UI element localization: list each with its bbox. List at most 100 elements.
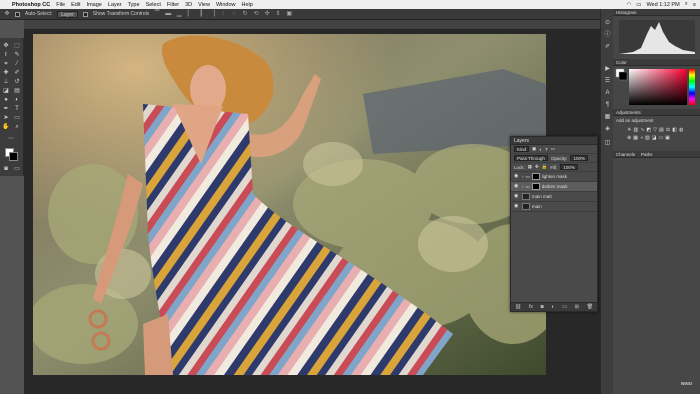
new-adjustment-icon[interactable]: ◐ [551, 304, 554, 310]
pen-tool-icon[interactable]: ✒ [2, 105, 10, 113]
clone-stamp-tool-icon[interactable]: ⊥ [2, 78, 10, 86]
menu-type[interactable]: Type [128, 2, 140, 8]
3d-roll-icon[interactable]: ⟲ [253, 11, 259, 17]
layer-row-main-matt[interactable]: ◉ main matt [511, 192, 597, 202]
layer-mask-thumbnail[interactable] [531, 183, 540, 190]
menu-edit[interactable]: Edit [71, 2, 80, 8]
gradient-map-adj-icon[interactable]: ▭ [658, 135, 663, 141]
hue-sat-adj-icon[interactable]: ▤ [659, 127, 664, 133]
tab-paths[interactable]: Paths [641, 151, 653, 157]
expand-arrow-icon[interactable]: › [522, 184, 524, 189]
lock-pixels-icon[interactable]: ▦ [528, 164, 532, 170]
3d-slide-icon[interactable]: ⇕ [275, 11, 281, 17]
menu-3d[interactable]: 3D [185, 2, 192, 8]
align-middle-icon[interactable]: ▬ [165, 11, 171, 17]
tab-channels[interactable]: Channels [616, 151, 635, 157]
blur-tool-icon[interactable]: ● [2, 96, 10, 104]
levels-adj-icon[interactable]: ▥ [633, 127, 638, 133]
path-select-tool-icon[interactable]: ➤ [2, 114, 10, 122]
tab-color[interactable]: Color [613, 59, 700, 66]
healing-brush-tool-icon[interactable]: ✚ [2, 69, 10, 77]
opacity-input[interactable]: 100% [570, 155, 588, 161]
type-tool-icon[interactable]: T [13, 105, 21, 113]
channel-mixer-adj-icon[interactable]: ⊕ [627, 135, 631, 141]
background-color-swatch[interactable] [9, 152, 18, 161]
curves-adj-icon[interactable]: ∿ [640, 127, 644, 133]
exposure-adj-icon[interactable]: ◩ [646, 127, 651, 133]
layers-panel-title[interactable]: Layers [511, 137, 597, 145]
search-icon[interactable]: ⌕ [685, 1, 688, 8]
visibility-eye-icon[interactable]: ◉ [514, 174, 520, 179]
wifi-icon[interactable]: ◠ [626, 2, 631, 8]
expand-arrow-icon[interactable]: › [522, 174, 524, 179]
properties-icon[interactable]: ☰ [603, 77, 612, 85]
marquee-tool-icon[interactable]: ⬚ [13, 42, 21, 50]
info-icon[interactable]: ⓘ [603, 31, 612, 39]
zoom-tool-icon[interactable]: ⌕ [13, 123, 21, 131]
color-picker-field[interactable] [613, 66, 700, 108]
blend-mode-dropdown[interactable]: Pass Through [514, 155, 548, 161]
eyedropper-tool-icon[interactable]: ⁄ [13, 60, 21, 68]
3d-scale-icon[interactable]: ▣ [286, 11, 292, 17]
vibrance-adj-icon[interactable]: ▽ [653, 127, 657, 133]
photo-filter-adj-icon[interactable]: ◍ [679, 127, 683, 133]
fill-input[interactable]: 100% [560, 164, 578, 170]
screen-mode-icon[interactable]: ▭ [13, 165, 21, 173]
selective-color-adj-icon[interactable]: ▣ [665, 135, 670, 141]
canvas-photo[interactable] [33, 34, 546, 375]
layer-row-lighten-mask[interactable]: ◉ › ▭ lighten mask [511, 172, 597, 182]
brush-tool-icon[interactable]: ✐ [13, 69, 21, 77]
filter-type-icon[interactable]: T [545, 147, 548, 152]
quick-select-tool-icon[interactable]: ✎ [13, 51, 21, 59]
tab-adjustments[interactable]: Adjustments [613, 109, 700, 116]
history-icon[interactable]: ⊙ [603, 19, 612, 27]
menu-layer[interactable]: Layer [108, 2, 122, 8]
align-left-icon[interactable]: ▏ [187, 11, 193, 17]
swatches-icon[interactable]: ▦ [603, 113, 612, 121]
align-center-icon[interactable]: ┃ [198, 11, 204, 17]
menu-window[interactable]: Window [216, 2, 236, 8]
gradient-tool-icon[interactable]: ▤ [13, 87, 21, 95]
lasso-tool-icon[interactable]: ℓ [2, 51, 10, 59]
threshold-adj-icon[interactable]: ◪ [652, 135, 657, 141]
layer-row-main[interactable]: ◉ main [511, 202, 597, 212]
paragraph-icon[interactable]: ¶ [603, 101, 612, 109]
layer-thumbnail[interactable] [522, 193, 530, 200]
align-bottom-icon[interactable]: ▁ [176, 11, 182, 17]
auto-select-checkbox[interactable] [15, 11, 20, 17]
lock-position-icon[interactable]: ✥ [535, 164, 539, 170]
menu-file[interactable]: File [56, 2, 65, 8]
delete-layer-icon[interactable]: 🗑 [587, 304, 593, 310]
dodge-tool-icon[interactable]: ◐ [13, 96, 21, 104]
actions-icon[interactable]: ▶ [603, 65, 612, 73]
tab-histogram[interactable]: Histogram [613, 9, 700, 16]
move-tool-icon[interactable]: ✥ [4, 11, 10, 17]
eraser-tool-icon[interactable]: ◪ [2, 87, 10, 95]
app-name-menu[interactable]: Photoshop CC [12, 2, 50, 8]
color-lookup-adj-icon[interactable]: ▦ [633, 135, 638, 141]
styles-icon[interactable]: ◈ [603, 125, 612, 133]
color-balance-adj-icon[interactable]: ⚖ [666, 127, 670, 133]
battery-icon[interactable]: ▭ [636, 2, 641, 8]
more-tools-icon[interactable]: ⋯ [7, 135, 15, 143]
filter-adjust-icon[interactable]: ◐ [539, 147, 542, 152]
invert-adj-icon[interactable]: ◑ [640, 135, 643, 141]
menu-filter[interactable]: Filter [167, 2, 179, 8]
brush-presets-icon[interactable]: ✐ [603, 43, 612, 51]
menu-list-icon[interactable]: ≡ [693, 2, 696, 8]
filter-shape-icon[interactable]: ▭ [551, 146, 555, 152]
layer-thumbnail[interactable] [522, 203, 530, 210]
posterize-adj-icon[interactable]: ▨ [645, 135, 650, 141]
auto-select-dropdown[interactable]: Layer [57, 10, 78, 18]
transform-controls-checkbox[interactable] [82, 11, 88, 17]
history-brush-tool-icon[interactable]: ↺ [13, 78, 21, 86]
visibility-eye-icon[interactable]: ◉ [514, 194, 520, 199]
distribute-icon[interactable]: ⫶ [220, 11, 226, 17]
3d-pan-icon[interactable]: ✣ [264, 11, 270, 17]
menu-select[interactable]: Select [146, 2, 161, 8]
character-icon[interactable]: A [603, 89, 612, 97]
visibility-eye-icon[interactable]: ◉ [514, 184, 520, 189]
shape-tool-icon[interactable]: ▭ [13, 114, 21, 122]
new-layer-icon[interactable]: ⊞ [575, 304, 579, 310]
align-top-icon[interactable]: ▔ [154, 11, 160, 17]
